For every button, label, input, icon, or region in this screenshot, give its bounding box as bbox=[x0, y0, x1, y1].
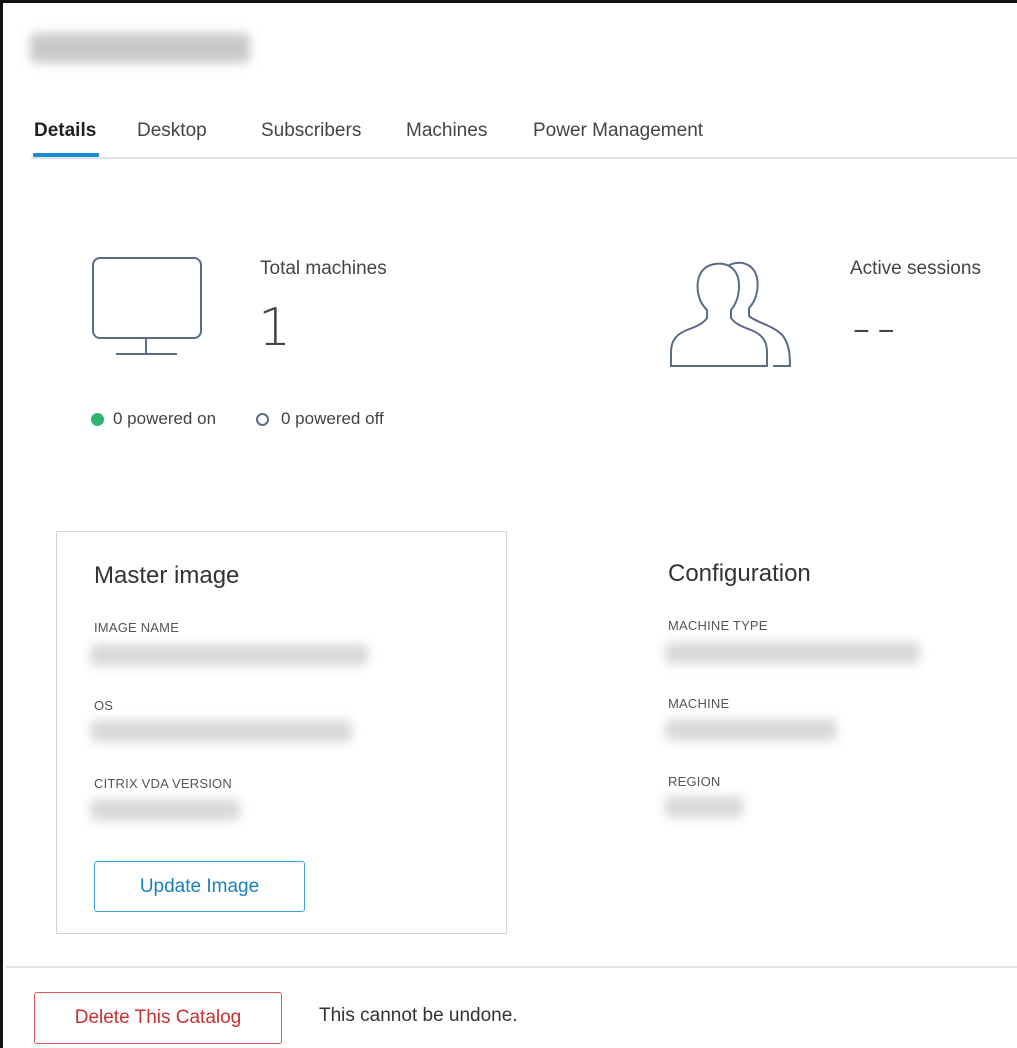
footer-divider bbox=[6, 966, 1017, 968]
delete-warning-text: This cannot be undone. bbox=[319, 1005, 518, 1026]
vda-version-label: CITRIX VDA VERSION bbox=[94, 776, 232, 791]
tab-desktop[interactable]: Desktop bbox=[137, 120, 207, 142]
powered-on-dot-icon bbox=[91, 413, 104, 426]
powered-off-circle-icon bbox=[256, 413, 269, 426]
machine-type-value-redacted bbox=[665, 642, 920, 664]
users-icon bbox=[670, 261, 792, 367]
monitor-icon bbox=[92, 257, 202, 355]
powered-on-count: 0 powered on bbox=[113, 409, 217, 428]
region-value-redacted bbox=[665, 796, 743, 818]
vda-version-value-redacted bbox=[90, 799, 240, 821]
machine-label: MACHINE bbox=[668, 696, 730, 711]
master-image-title: Master image bbox=[94, 562, 240, 589]
tab-power-management[interactable]: Power Management bbox=[533, 120, 703, 142]
image-name-value-redacted bbox=[90, 644, 368, 666]
catalog-title-redacted bbox=[30, 33, 250, 63]
powered-off-count: 0 powered off bbox=[281, 409, 384, 428]
machine-value-redacted bbox=[665, 719, 837, 741]
total-machines-value: 1 bbox=[258, 298, 292, 358]
delete-catalog-button[interactable]: Delete This Catalog bbox=[34, 992, 282, 1044]
configuration-title: Configuration bbox=[668, 560, 811, 587]
total-machines-label: Total machines bbox=[260, 258, 387, 279]
tab-details[interactable]: Details bbox=[34, 120, 96, 142]
active-sessions-label: Active sessions bbox=[850, 258, 981, 279]
update-image-button[interactable]: Update Image bbox=[94, 861, 305, 912]
master-image-card: Master image IMAGE NAME OS CITRIX VDA VE… bbox=[56, 531, 507, 934]
tab-bar: Details Desktop Subscribers Machines Pow… bbox=[31, 113, 1017, 159]
tab-subscribers[interactable]: Subscribers bbox=[261, 120, 361, 142]
os-label: OS bbox=[94, 698, 114, 713]
tab-machines[interactable]: Machines bbox=[406, 120, 487, 142]
machine-type-label: MACHINE TYPE bbox=[668, 618, 768, 633]
image-name-label: IMAGE NAME bbox=[94, 620, 180, 635]
active-sessions-value: -- bbox=[852, 298, 902, 358]
os-value-redacted bbox=[90, 720, 352, 742]
active-tab-indicator bbox=[33, 153, 99, 157]
region-label: REGION bbox=[668, 774, 721, 789]
catalog-details-panel: Details Desktop Subscribers Machines Pow… bbox=[0, 0, 1017, 1048]
